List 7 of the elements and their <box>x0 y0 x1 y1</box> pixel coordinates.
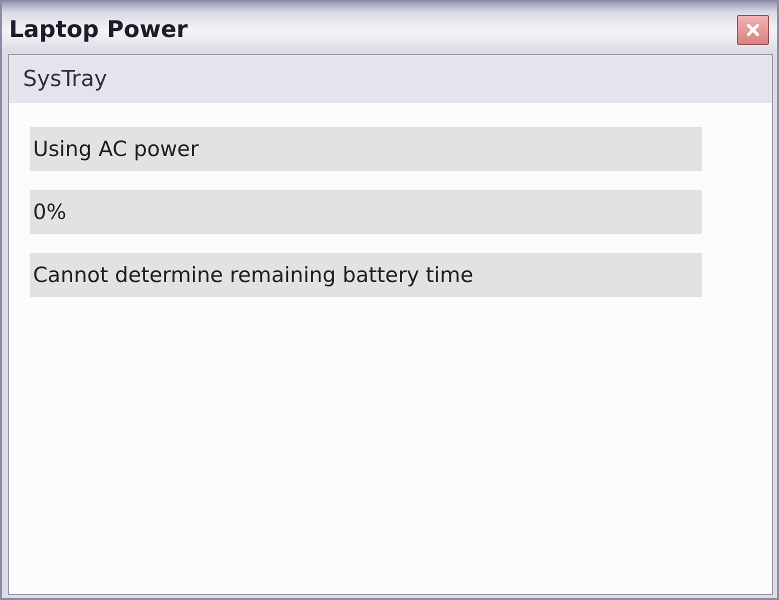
status-label: Using AC power <box>30 127 702 171</box>
status-label: 0% <box>30 190 702 234</box>
window-title: Laptop Power <box>9 17 188 43</box>
close-icon <box>745 22 761 38</box>
status-label: Cannot determine remaining battery time <box>30 253 702 297</box>
section-title: SysTray <box>23 66 108 92</box>
close-button[interactable] <box>737 15 769 45</box>
